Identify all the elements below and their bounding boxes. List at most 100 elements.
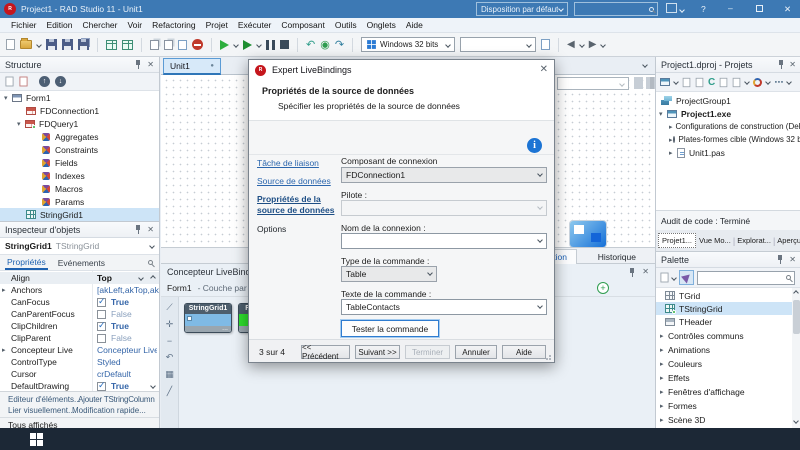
layout-pages-icon[interactable] [164, 40, 173, 50]
minimize-button[interactable]: – [728, 3, 733, 13]
chevron-down-icon[interactable] [601, 42, 607, 48]
save-as-icon[interactable] [62, 39, 73, 50]
expander-icon[interactable]: ▸ [2, 286, 10, 294]
property-value[interactable]: Concepteur LiveBindin [97, 345, 157, 355]
titlebar-search-input[interactable] [574, 2, 658, 16]
chevron-down-icon[interactable] [671, 275, 677, 281]
tab-unit1[interactable]: Unit1 ● [163, 58, 221, 75]
tab-proprietes[interactable]: Propriétés [5, 256, 48, 270]
tree-item-indexes[interactable]: Indexes [0, 169, 159, 182]
palette-item-theader[interactable]: THeader [656, 315, 792, 328]
desktop-layout-icon[interactable] [666, 3, 677, 13]
inspector-object-combo[interactable]: StringGrid1 TStringGrid [0, 238, 159, 255]
scroll-up-icon[interactable] [150, 275, 156, 281]
scroll-down-icon[interactable] [150, 383, 156, 389]
test-command-button[interactable]: Tester la commande [341, 320, 439, 337]
tree-item-aggregates[interactable]: Aggregates [0, 130, 159, 143]
palette-options-icon[interactable] [660, 273, 668, 283]
move-tool-icon[interactable]: ✛ [166, 319, 174, 330]
browse-icon[interactable] [733, 77, 741, 86]
build-icon[interactable] [753, 78, 762, 87]
save-all-icon[interactable] [78, 39, 89, 50]
checkbox-checked-icon[interactable] [97, 322, 106, 331]
chevron-down-icon[interactable] [579, 42, 585, 48]
palette-category-animations[interactable]: ▸Animations [656, 343, 792, 356]
activate-icon[interactable] [660, 78, 670, 86]
step-over-icon[interactable]: ↶ [306, 38, 315, 51]
nav-source-de-donnees[interactable]: Source de données [257, 176, 341, 186]
property-row-align[interactable]: AlignTop [0, 272, 159, 284]
bind-visually-link[interactable]: Lier visuellement... [8, 406, 75, 415]
checkbox-icon[interactable] [97, 334, 106, 343]
scroll-down-icon[interactable] [793, 418, 799, 424]
lb-block-more[interactable]: ... [185, 326, 231, 333]
table-icon[interactable] [106, 40, 117, 50]
close-icon[interactable]: ✕ [642, 268, 649, 276]
property-row-defaultdrawing[interactable]: DefaultDrawingTrue [0, 380, 159, 391]
close-icon[interactable]: ✕ [789, 256, 796, 264]
expander-icon[interactable]: ▸ [660, 388, 668, 396]
tab-explorateur[interactable]: Explorat... [737, 236, 771, 245]
pause-icon[interactable] [266, 40, 275, 50]
undo-tool-icon[interactable]: ↶ [166, 352, 174, 363]
palette-category-effets[interactable]: ▸Effets [656, 371, 792, 384]
nav-proprietes-source[interactable]: Propriétés de la source de données [257, 194, 341, 216]
tree-item-project1exe[interactable]: ▾Project1.exe [656, 107, 800, 120]
search-icon[interactable] [148, 260, 153, 265]
palette-category-couleurs[interactable]: ▸Couleurs [656, 357, 792, 370]
property-row-cursor[interactable]: CursorcrDefault [0, 368, 159, 380]
info-icon[interactable]: i [527, 138, 542, 153]
remove-icon[interactable] [696, 77, 704, 86]
target-icon[interactable] [541, 39, 550, 50]
pin-icon[interactable] [777, 60, 785, 69]
chevron-down-icon[interactable] [786, 79, 792, 85]
move-down-icon[interactable]: ↓ [55, 76, 66, 87]
palette-search-input[interactable] [697, 271, 795, 285]
expander-icon[interactable]: ▸ [660, 402, 668, 410]
palette-category-controles-communs[interactable]: ▸Contrôles communs [656, 329, 792, 342]
trace-icon[interactable]: ↷ [335, 38, 344, 51]
resize-grip[interactable] [546, 354, 552, 360]
copy-icon[interactable] [150, 40, 159, 50]
menu-composant[interactable]: Composant [276, 20, 329, 30]
next-button[interactable]: Suivant >> [355, 345, 400, 359]
view-source-icon[interactable] [720, 77, 728, 86]
delete-item-icon[interactable] [19, 77, 27, 87]
menu-onglets[interactable]: Onglets [362, 20, 401, 30]
finish-button[interactable]: Terminer [405, 345, 450, 359]
pin-icon[interactable] [134, 60, 142, 69]
run-icon[interactable] [220, 40, 229, 50]
help-button[interactable]: Aide [502, 345, 546, 359]
tab-vue-modele[interactable]: Vue Mo... [699, 236, 731, 245]
expander-icon[interactable]: ▸ [2, 346, 10, 354]
menu-aide[interactable]: Aide [401, 20, 428, 30]
sync-edit-icon[interactable] [178, 40, 187, 50]
tree-item-stringgrid1[interactable]: StringGrid1 [0, 208, 159, 221]
tree-item-unit1pas[interactable]: ▸Unit1.pas [656, 146, 800, 159]
chevron-down-icon[interactable] [765, 79, 771, 85]
move-up-icon[interactable]: ↑ [39, 76, 50, 87]
property-value[interactable]: Styled [97, 357, 121, 367]
chevron-down-icon[interactable] [744, 79, 750, 85]
tree-item-fdquery1[interactable]: ▾FDQuery1 [0, 117, 159, 130]
maximize-button[interactable] [756, 5, 763, 12]
tree-item-build-configurations[interactable]: ▸Configurations de construction (Debug) [656, 120, 800, 133]
windows-start-icon[interactable] [30, 433, 43, 446]
expander-icon[interactable]: ▾ [659, 110, 667, 118]
add-stringcolumn-link[interactable]: Ajouter TStringColumn [78, 395, 155, 404]
tab-evenements[interactable]: Evénements [58, 258, 105, 268]
checkbox-icon[interactable] [97, 310, 106, 319]
expander-icon[interactable]: ▸ [660, 416, 668, 424]
tree-item-fields[interactable]: Fields [0, 156, 159, 169]
save-icon[interactable] [46, 39, 57, 50]
step-into-icon[interactable]: ◉ [320, 38, 330, 51]
tab-apercu[interactable]: Aperçu ... [777, 236, 800, 245]
menu-fichier[interactable]: Fichier [6, 20, 42, 30]
tab-projets[interactable]: Projet1... [658, 233, 696, 248]
nav-options[interactable]: Options [257, 224, 341, 234]
property-row-clipparent[interactable]: ClipParentFalse [0, 332, 159, 344]
menu-projet[interactable]: Projet [201, 20, 233, 30]
chevron-down-icon[interactable] [673, 79, 679, 85]
layout-combo[interactable]: Disposition par défaut [476, 2, 568, 16]
tree-item-params[interactable]: Params [0, 195, 159, 208]
